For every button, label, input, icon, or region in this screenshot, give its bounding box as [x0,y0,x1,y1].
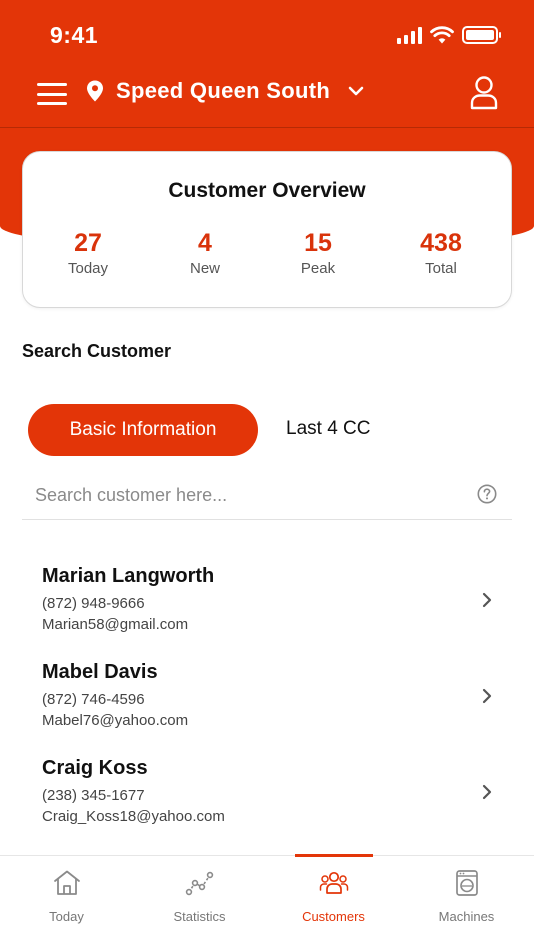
customer-list-item[interactable]: Mabel Davis (872) 746-4596 Mabel76@yahoo… [22,661,512,745]
customer-list-item[interactable]: Craig Koss (238) 345-1677 Craig_Koss18@y… [22,757,512,841]
washing-machine-icon [455,870,478,896]
search-customer-title: Search Customer [22,341,172,361]
tab-label: Customers [302,909,365,924]
customer-name: Mabel Davis [42,661,158,683]
top-nav: Speed Queen South [0,72,534,118]
customer-overview-card: Customer Overview 27 Today 4 New 15 Peak… [22,151,512,308]
stat-label: Peak [300,260,336,277]
location-name: Speed Queen South [116,78,331,103]
stat-label: New [189,260,220,277]
customer-email: Craig_Koss18@yahoo.com [42,808,225,825]
chevron-down-icon [348,86,364,96]
menu-icon[interactable] [37,83,67,105]
customer-phone: (238) 345-1677 [42,787,145,804]
tab-machines[interactable]: Machines [400,856,533,950]
location-pin-icon [87,80,103,102]
customer-name: Craig Koss [42,757,148,779]
customer-name: Marian Langworth [42,565,215,587]
stat-value: 27 [74,229,102,257]
stat-value: 4 [198,229,212,257]
help-icon[interactable] [477,484,497,504]
home-icon [53,870,80,895]
overview-title: Customer Overview [168,179,366,202]
stat-value: 438 [420,229,462,257]
profile-icon[interactable] [470,76,498,110]
location-selector[interactable]: Speed Queen South [86,78,364,104]
customers-icon [319,871,348,894]
status-bar: 9:41 [0,0,534,70]
tab-label: Statistics [173,909,226,924]
status-icons [397,26,501,44]
stat-total: 438 Total [386,228,496,277]
chevron-right-icon [482,784,492,800]
tab-today[interactable]: Today [0,856,133,950]
chevron-right-icon [482,688,492,704]
tab-customers[interactable]: Customers [267,856,400,950]
tab-label: Machines [438,909,495,924]
status-time: 9:41 [50,22,99,48]
battery-icon [462,26,501,44]
wifi-icon [430,26,454,44]
tab-basic-information[interactable]: Basic Information [28,404,258,456]
chevron-right-icon [482,592,492,608]
stat-label: Total [425,260,457,277]
tab-statistics[interactable]: Statistics [133,856,266,950]
stat-today: 27 Today [33,228,143,277]
customer-phone: (872) 746-4596 [42,691,145,708]
tab-last-4-cc[interactable]: Last 4 CC [286,418,370,440]
statistics-icon [185,871,213,896]
stat-value: 15 [304,229,332,257]
search-input[interactable] [35,482,455,508]
tab-label: Today [49,909,84,924]
customer-phone: (872) 948-9666 [42,595,145,612]
stat-peak: 15 Peak [263,228,373,277]
stat-label: Today [67,260,109,277]
customer-email: Mabel76@yahoo.com [42,712,189,729]
search-bar [22,474,512,520]
bottom-tab-bar: Today Statistics Customers Machines [0,854,534,950]
cellular-signal-icon [397,26,422,44]
customer-email: Marian58@gmail.com [42,616,189,633]
customer-list-item[interactable]: Marian Langworth (872) 948-9666 Marian58… [22,565,512,649]
stat-new: 4 New [150,228,260,277]
